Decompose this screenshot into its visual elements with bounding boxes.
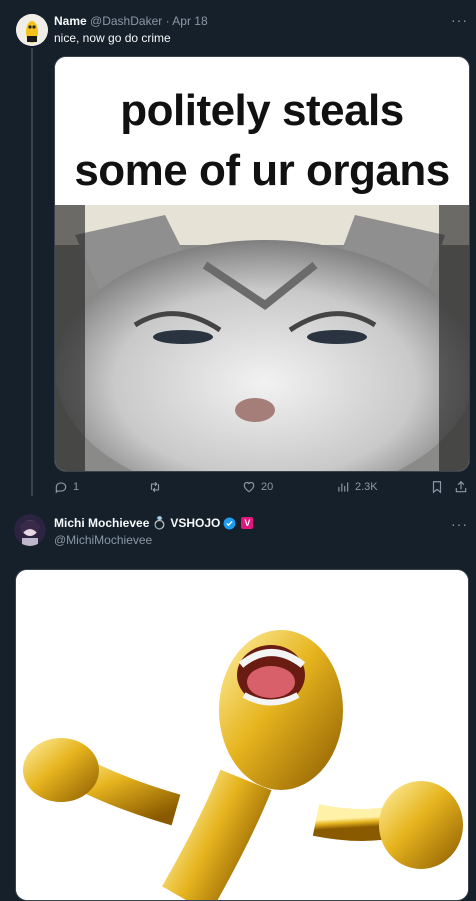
bookmark-icon bbox=[432, 481, 442, 494]
share-icon bbox=[455, 480, 467, 493]
tweet-image[interactable]: politely steals some of ur organs bbox=[54, 56, 470, 472]
author-org[interactable]: VSHOJO bbox=[170, 516, 220, 530]
reply-button[interactable]: 1 bbox=[54, 480, 79, 494]
reply-count: 1 bbox=[73, 481, 80, 493]
dot-separator: · bbox=[165, 14, 170, 28]
author-handle[interactable]: @MichiMochievee bbox=[54, 533, 152, 547]
more-options-icon[interactable]: ··· bbox=[451, 12, 468, 28]
heart-icon bbox=[243, 481, 255, 493]
share-button[interactable] bbox=[454, 480, 468, 494]
meme-caption: politely steals some of ur organs bbox=[55, 57, 469, 205]
thread-connector bbox=[31, 48, 33, 496]
affiliate-badge-icon[interactable]: V bbox=[241, 517, 254, 529]
retweet-button[interactable] bbox=[148, 480, 162, 494]
avatar[interactable] bbox=[16, 14, 48, 46]
ring-emoji: 💍 bbox=[152, 516, 168, 530]
reply-icon bbox=[55, 482, 67, 494]
bookmark-button[interactable] bbox=[430, 480, 444, 494]
tweet-text: nice, now go do crime bbox=[54, 31, 171, 45]
meme-caption-line: some of ur organs bbox=[74, 146, 450, 195]
meme-caption-line: politely steals bbox=[120, 86, 404, 135]
verified-badge-icon bbox=[223, 517, 236, 529]
author-name[interactable]: Michi Mochievee bbox=[54, 516, 149, 530]
views-button[interactable]: 2.3K bbox=[336, 480, 378, 494]
tweet-header: Michi Mochievee 💍 VSHOJO V @MichiMochiev… bbox=[14, 514, 468, 554]
avatar[interactable] bbox=[14, 514, 46, 546]
more-options-icon[interactable]: ··· bbox=[451, 516, 468, 532]
like-button[interactable]: 20 bbox=[242, 480, 273, 494]
banana-avatar-icon bbox=[16, 14, 48, 46]
gold-figure-image bbox=[16, 570, 468, 900]
author-name[interactable]: Name bbox=[54, 14, 87, 28]
author-line: Name @DashDaker · Apr 18 bbox=[54, 14, 208, 28]
like-count: 20 bbox=[261, 481, 274, 493]
tweet-actions: 1 20 2.3K bbox=[54, 480, 468, 498]
view-count: 2.3K bbox=[355, 481, 378, 493]
michi-avatar-icon bbox=[14, 514, 46, 546]
cat-photo bbox=[55, 205, 469, 471]
retweet-icon bbox=[150, 481, 160, 493]
views-icon bbox=[338, 482, 349, 492]
tweet-image[interactable] bbox=[15, 569, 469, 901]
author-handle[interactable]: @DashDaker bbox=[90, 14, 162, 28]
author-line: Michi Mochievee 💍 VSHOJO V bbox=[54, 516, 254, 530]
tweet-date[interactable]: Apr 18 bbox=[172, 14, 207, 28]
